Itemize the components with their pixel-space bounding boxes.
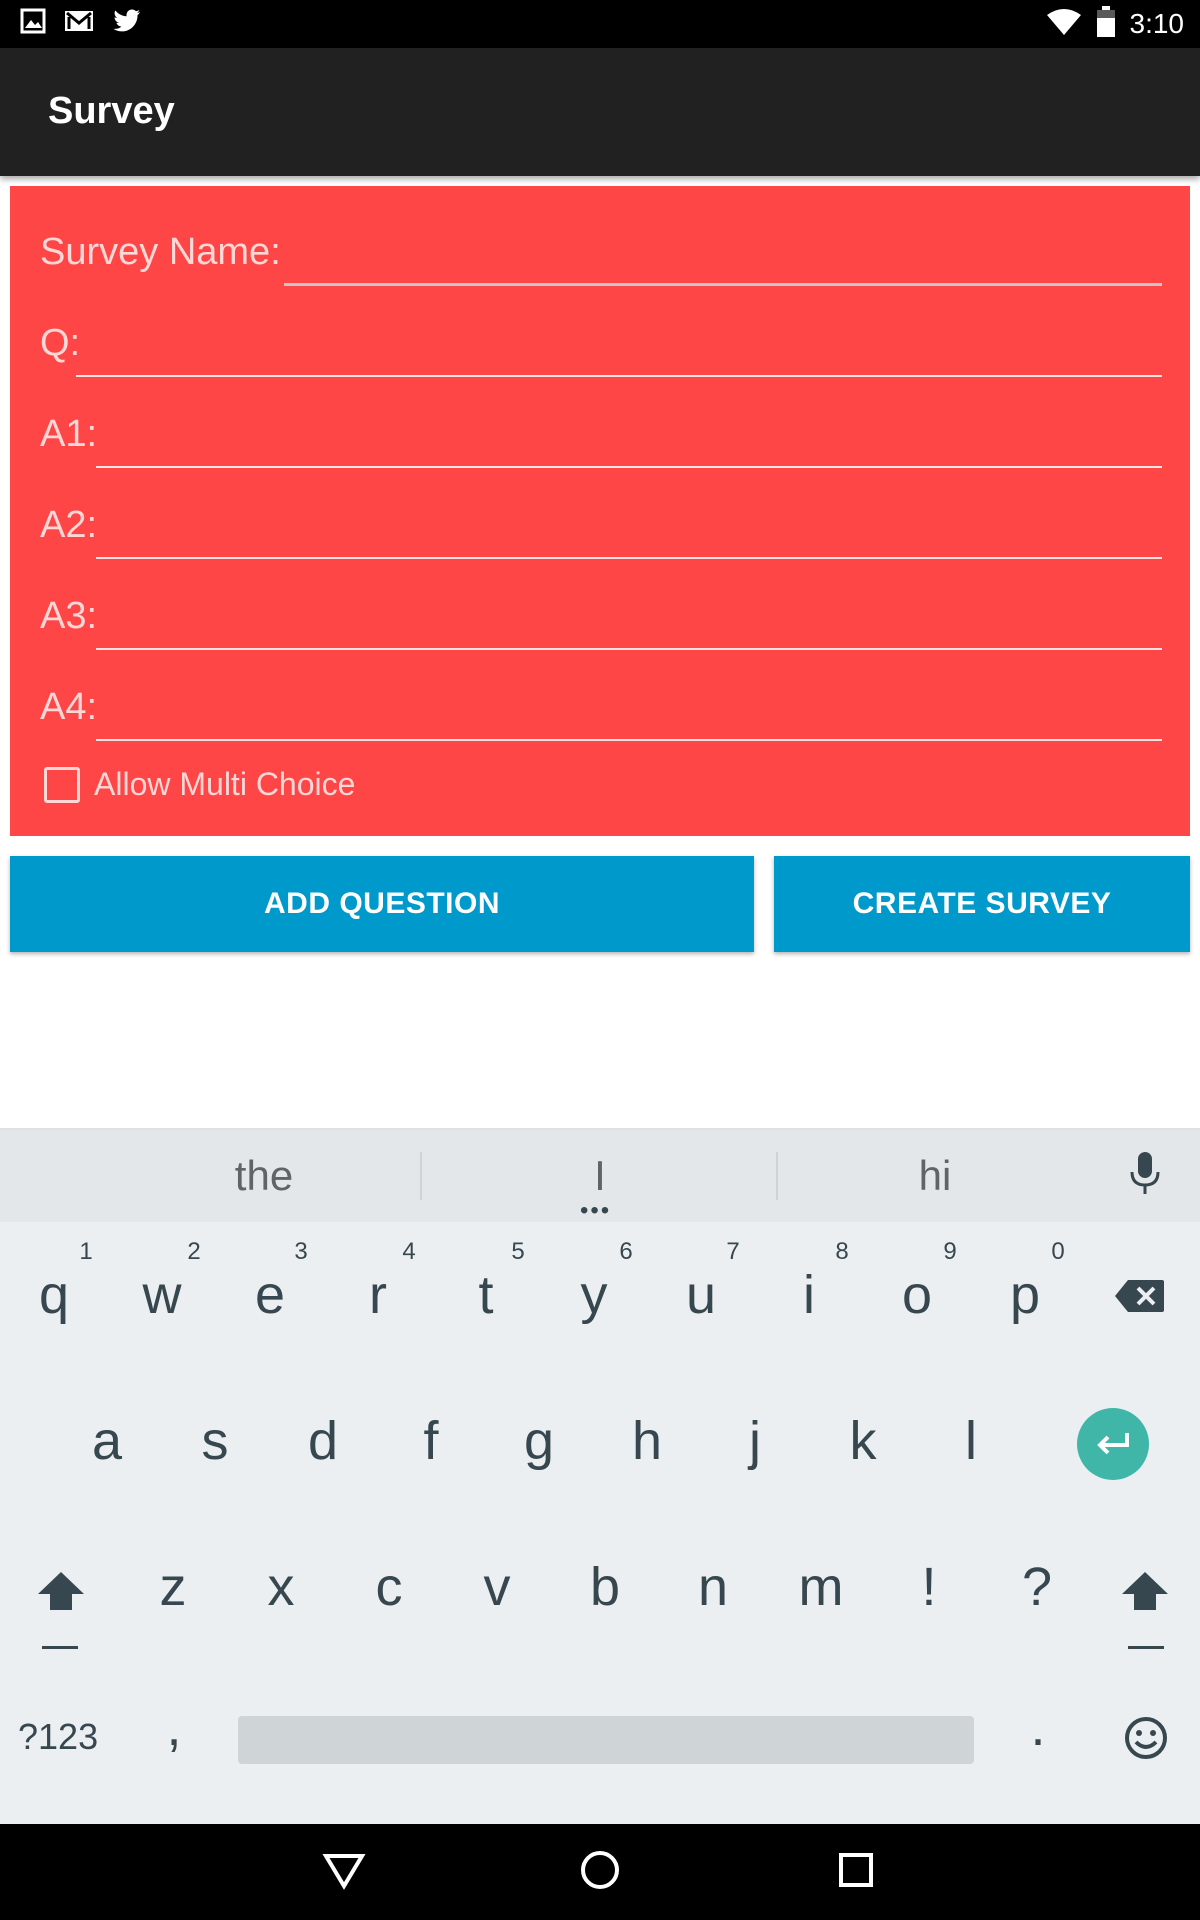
multi-choice-label: Allow Multi Choice — [94, 766, 356, 802]
key-hint: 2 — [187, 1238, 201, 1265]
status-bar: 3:10 — [0, 0, 1200, 48]
key-hint: 1 — [79, 1238, 93, 1265]
key-question[interactable]: ? — [997, 1556, 1077, 1618]
suggestion-2[interactable]: I — [520, 1152, 680, 1200]
enter-key[interactable] — [1077, 1408, 1149, 1480]
create-survey-button[interactable]: CREATE SURVEY — [774, 856, 1190, 952]
survey-name-label: Survey Name: — [40, 231, 281, 273]
soft-keyboard: the I ••• hi 1 2 3 4 5 6 7 8 9 0 q w e r… — [0, 1128, 1200, 1824]
key-hint: 9 — [943, 1238, 957, 1265]
key-g[interactable]: g — [499, 1410, 579, 1472]
key-a[interactable]: a — [67, 1410, 147, 1472]
key-i[interactable]: i — [769, 1264, 849, 1326]
suggestion-3[interactable]: hi — [855, 1152, 1015, 1200]
key-w[interactable]: w — [122, 1264, 202, 1326]
question-input[interactable] — [76, 317, 1162, 377]
key-e[interactable]: e — [230, 1264, 310, 1326]
key-z[interactable]: z — [133, 1556, 213, 1618]
question-row: Q: — [30, 297, 1162, 377]
key-s[interactable]: s — [175, 1410, 255, 1472]
answer-row-4: A4: — [30, 661, 1162, 741]
key-exclamation[interactable]: ! — [889, 1556, 969, 1618]
key-m[interactable]: m — [781, 1556, 861, 1618]
key-r[interactable]: r — [338, 1264, 418, 1326]
answer-input-3[interactable] — [96, 590, 1162, 650]
key-hint: 4 — [402, 1238, 416, 1265]
enter-icon — [1097, 1433, 1129, 1455]
add-question-button[interactable]: ADD QUESTION — [10, 856, 754, 952]
navigation-bar — [0, 1824, 1200, 1920]
key-l[interactable]: l — [931, 1410, 1011, 1472]
key-o[interactable]: o — [877, 1264, 957, 1326]
key-y[interactable]: y — [554, 1264, 634, 1326]
shift-indicator — [1128, 1646, 1164, 1649]
spacebar[interactable] — [238, 1716, 974, 1764]
answer-label-3: A3: — [40, 595, 98, 637]
answer-label-2: A2: — [40, 504, 98, 546]
key-hint: 0 — [1051, 1238, 1065, 1265]
shift-left-icon[interactable] — [36, 1570, 86, 1617]
notification-icons — [20, 8, 142, 39]
shift-right-icon[interactable] — [1120, 1570, 1170, 1617]
battery-icon — [1096, 5, 1116, 43]
suggestion-strip: the I ••• hi — [0, 1130, 1200, 1223]
key-d[interactable]: d — [283, 1410, 363, 1472]
shift-indicator — [42, 1646, 78, 1649]
suggestion-1[interactable]: the — [184, 1152, 344, 1200]
key-hint: 8 — [835, 1238, 849, 1265]
key-p[interactable]: p — [985, 1264, 1065, 1326]
key-h[interactable]: h — [607, 1410, 687, 1472]
suggestion-divider — [420, 1152, 422, 1200]
key-t[interactable]: t — [446, 1264, 526, 1326]
key-q[interactable]: q — [14, 1264, 94, 1326]
multi-choice-row[interactable]: Allow Multi Choice — [44, 766, 355, 803]
survey-form: Survey Name: Q: A1: A2: A3: A4: Allow Mu… — [10, 186, 1190, 836]
gmail-icon — [64, 9, 94, 38]
key-comma[interactable]: , — [134, 1696, 214, 1758]
back-icon[interactable] — [322, 1848, 366, 1897]
answer-input-1[interactable] — [96, 408, 1162, 468]
emoji-icon[interactable] — [1124, 1716, 1168, 1765]
survey-name-input[interactable] — [284, 226, 1162, 286]
key-j[interactable]: j — [715, 1410, 795, 1472]
key-x[interactable]: x — [241, 1556, 321, 1618]
key-k[interactable]: k — [823, 1410, 903, 1472]
answer-input-4[interactable] — [96, 681, 1162, 741]
key-hint: 5 — [511, 1238, 525, 1265]
answer-label-1: A1: — [40, 413, 98, 455]
microphone-icon[interactable] — [1128, 1152, 1162, 1201]
system-icons: 3:10 — [1046, 4, 1185, 44]
key-hint: 7 — [726, 1238, 740, 1265]
more-suggestions-icon[interactable]: ••• — [580, 1199, 611, 1223]
answer-input-2[interactable] — [96, 499, 1162, 559]
key-c[interactable]: c — [349, 1556, 429, 1618]
answer-row-1: A1: — [30, 388, 1162, 468]
answer-row-3: A3: — [30, 570, 1162, 650]
key-v[interactable]: v — [457, 1556, 537, 1618]
clock: 3:10 — [1129, 8, 1185, 39]
key-b[interactable]: b — [565, 1556, 645, 1618]
survey-name-row: Survey Name: — [30, 206, 1162, 286]
image-icon — [20, 8, 46, 39]
app-bar: Survey — [0, 48, 1200, 176]
suggestion-divider — [776, 1152, 778, 1200]
answer-row-2: A2: — [30, 479, 1162, 559]
answer-label-4: A4: — [40, 686, 98, 728]
key-period[interactable]: . — [998, 1696, 1078, 1758]
key-f[interactable]: f — [391, 1410, 471, 1472]
home-icon[interactable] — [578, 1848, 622, 1897]
backspace-icon[interactable] — [1114, 1278, 1166, 1319]
key-hint: 6 — [619, 1238, 633, 1265]
key-n[interactable]: n — [673, 1556, 753, 1618]
key-hint: 3 — [294, 1238, 308, 1265]
page-title: Survey — [48, 90, 175, 132]
question-label: Q: — [40, 322, 81, 364]
multi-choice-checkbox[interactable] — [44, 766, 80, 803]
symbols-key[interactable]: ?123 — [18, 1716, 98, 1758]
key-u[interactable]: u — [661, 1264, 741, 1326]
twitter-icon — [112, 8, 142, 39]
wifi-icon — [1046, 7, 1082, 42]
recents-icon[interactable] — [834, 1848, 878, 1897]
